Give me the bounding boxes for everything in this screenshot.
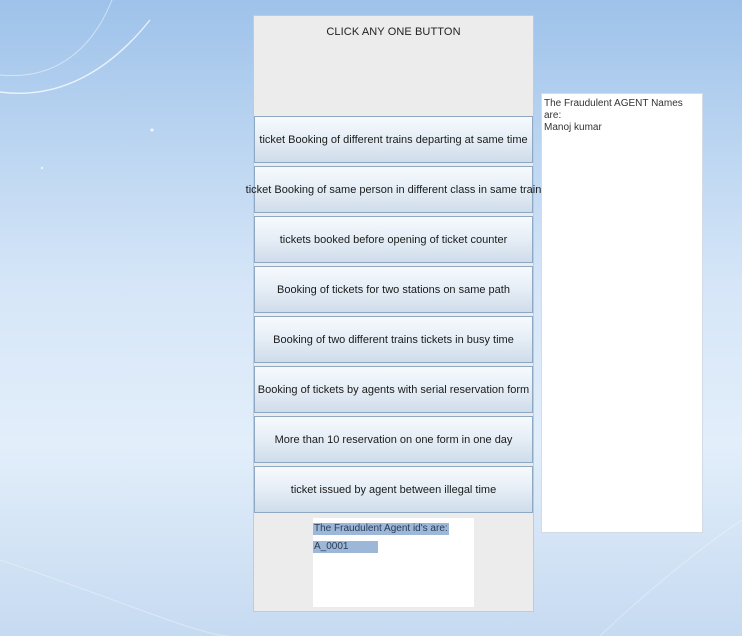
button-busy-time-booking[interactable]: Booking of two different trains tickets …	[254, 316, 533, 363]
agent-names-value: Manoj kumar	[544, 122, 602, 133]
button-before-counter-opening[interactable]: tickets booked before opening of ticket …	[254, 216, 533, 263]
button-more-than-10-reservations[interactable]: More than 10 reservation on one form in …	[254, 416, 533, 463]
agent-names-textarea[interactable]: The Fraudulent AGENT Names are: Manoj ku…	[541, 93, 703, 533]
agent-names-heading: The Fraudulent AGENT Names are:	[544, 98, 683, 121]
button-trains-same-time[interactable]: ticket Booking of different trains depar…	[254, 116, 533, 163]
agent-ids-textarea[interactable]: The Fraudulent Agent id's are: A_0001	[313, 518, 474, 607]
agent-ids-heading: The Fraudulent Agent id's are:	[313, 523, 449, 535]
agent-ids-value: A_0001	[313, 541, 379, 553]
button-same-person-different-class[interactable]: ticket Booking of same person in differe…	[246, 166, 541, 213]
button-two-stations-same-path[interactable]: Booking of tickets for two stations on s…	[254, 266, 533, 313]
button-illegal-time-issue[interactable]: ticket issued by agent between illegal t…	[254, 466, 533, 513]
fraud-detection-panel: CLICK ANY ONE BUTTON ticket Booking of d…	[246, 15, 541, 612]
panel-title: CLICK ANY ONE BUTTON	[326, 26, 461, 38]
button-serial-reservation-form[interactable]: Booking of tickets by agents with serial…	[254, 366, 533, 413]
